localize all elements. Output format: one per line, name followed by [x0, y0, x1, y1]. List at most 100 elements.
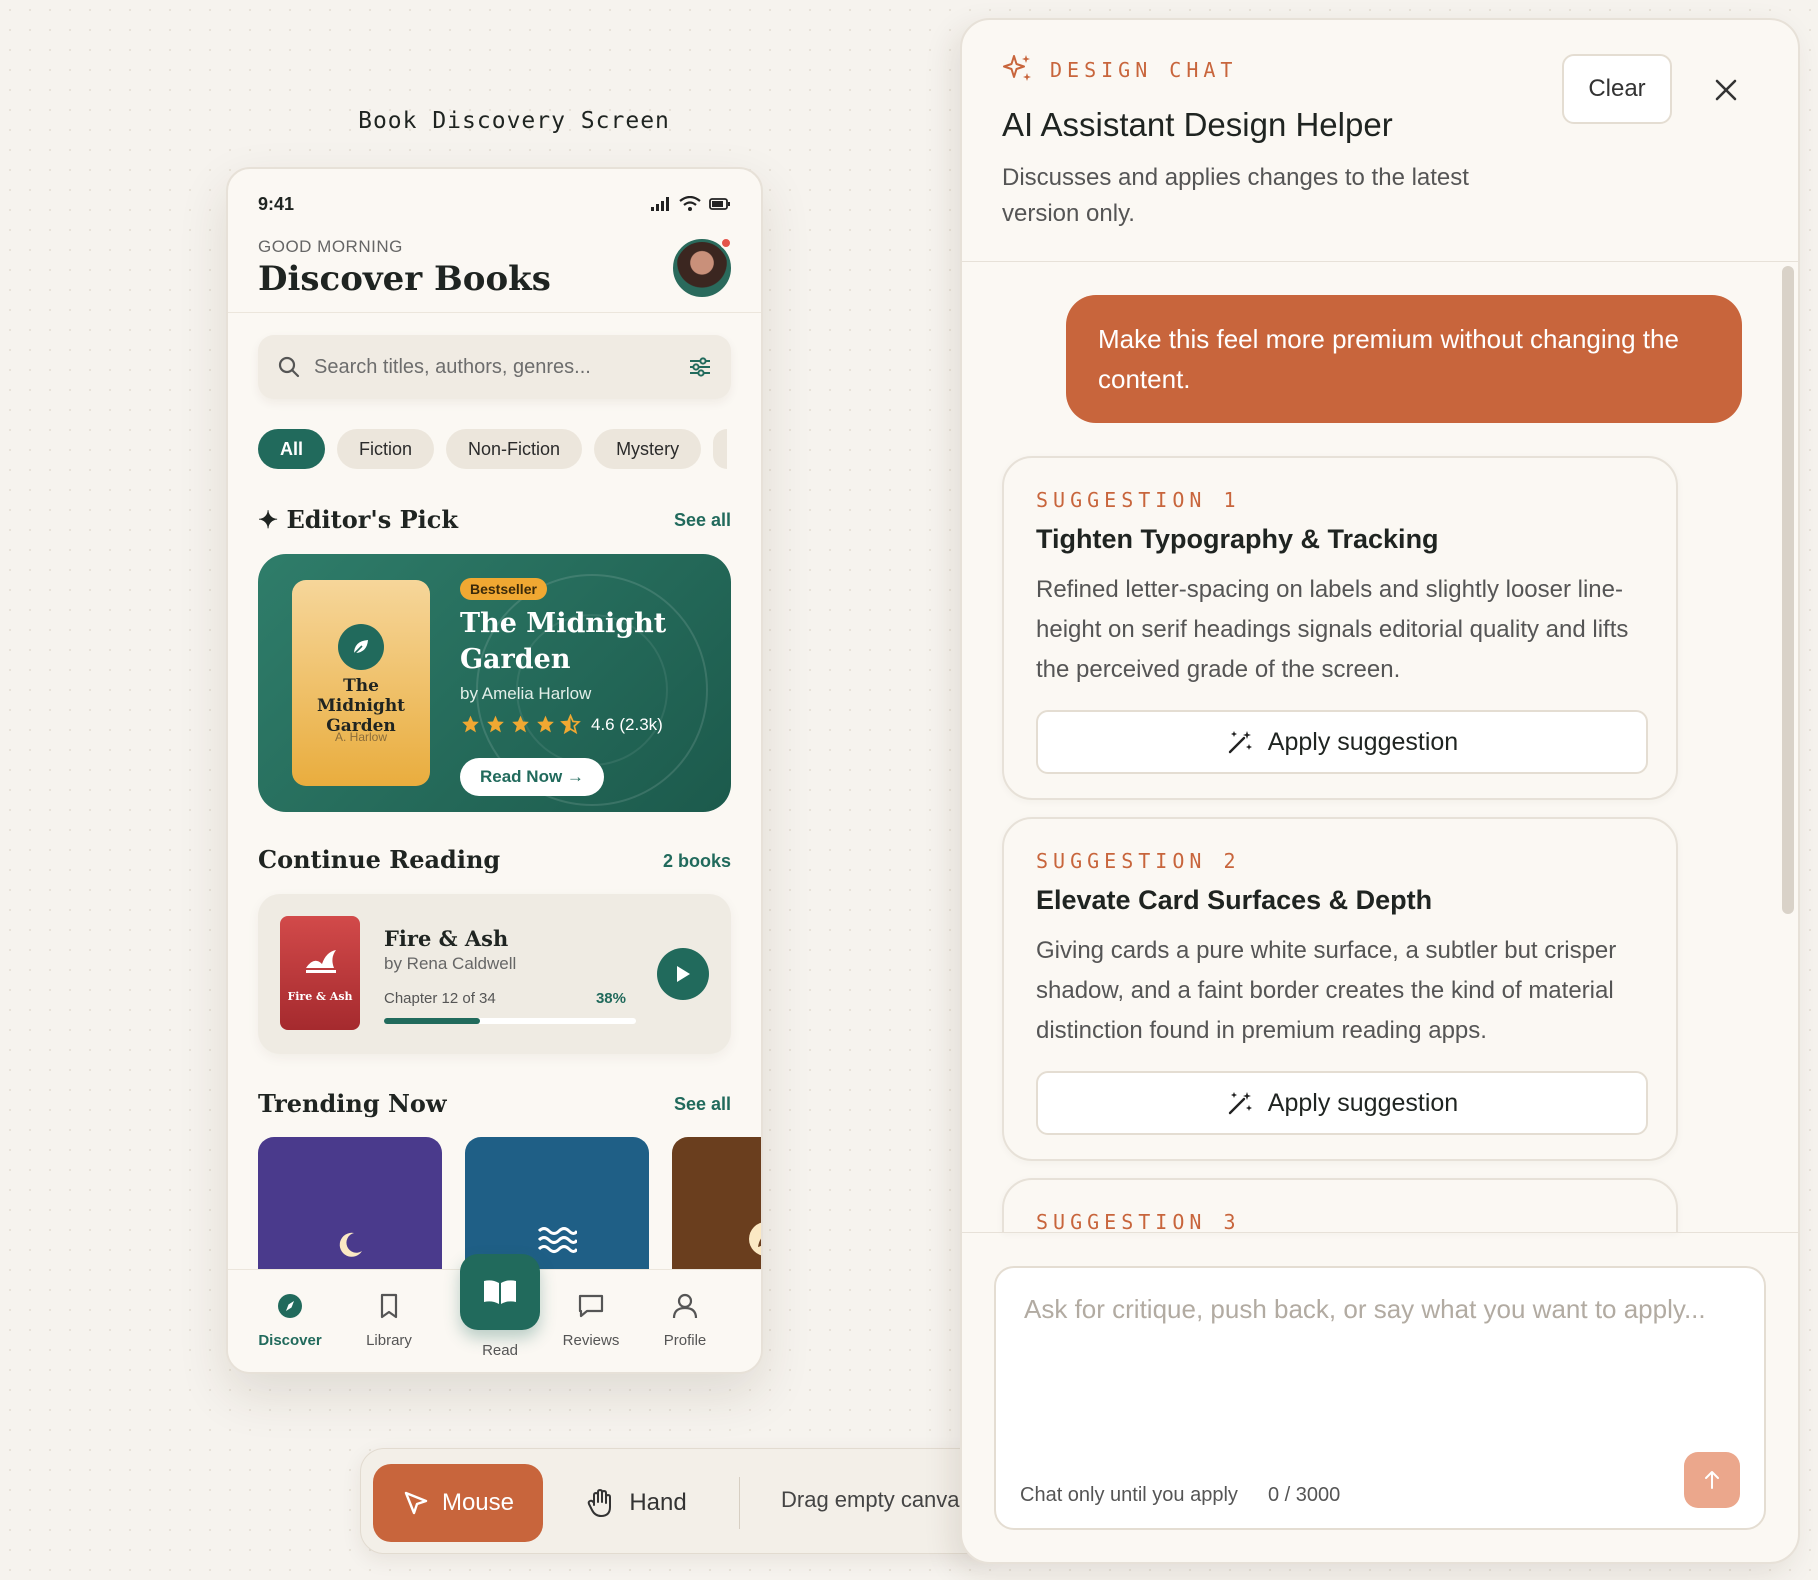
featured-book-card[interactable]: The Midnight Garden A. Harlow Bestseller…: [258, 554, 731, 812]
leaf-icon: [338, 624, 384, 670]
arrow-up-icon: [1705, 1471, 1719, 1489]
featured-book-title: The Midnight Garden: [460, 608, 667, 675]
search-bar: [258, 335, 731, 399]
star-icon: [537, 715, 554, 733]
composer-hint: Chat only until you apply: [1020, 1484, 1238, 1506]
continue-reading-heading: Continue Reading: [258, 845, 501, 874]
notification-dot: [720, 237, 732, 249]
sparkle-icon: [1003, 55, 1031, 81]
suggestion-label: SUGGESTION 2: [1036, 849, 1241, 873]
hand-tool-label: Hand: [629, 1489, 687, 1516]
chat-eyebrow-label: DESIGN CHAT: [1050, 58, 1238, 82]
chat-title: AI Assistant Design Helper: [1002, 106, 1393, 143]
search-input[interactable]: [314, 355, 675, 379]
canvas-frame-label: Book Discovery Screen: [358, 108, 670, 134]
nav-discover[interactable]: Discover: [245, 1292, 335, 1349]
moon-icon: [339, 1232, 362, 1257]
trending-see-all-link[interactable]: See all: [674, 1094, 731, 1115]
suggestion-title: Tighten Typography & Tracking: [1036, 524, 1439, 554]
composer-divider: [962, 1232, 1798, 1233]
chat-header-divider: [962, 261, 1798, 262]
editors-pick-heading: ✦ Editor's Pick: [258, 505, 459, 534]
clear-chat-button[interactable]: Clear: [1562, 54, 1672, 124]
chip-mystery[interactable]: Mystery: [594, 429, 702, 469]
apply-suggestion-label: Apply suggestion: [1267, 1088, 1459, 1117]
continue-book-author: by Rena Caldwell: [384, 954, 517, 973]
nav-library[interactable]: Library: [344, 1292, 434, 1349]
mouse-tool-button[interactable]: Mouse: [373, 1464, 543, 1542]
continue-reading-count-link[interactable]: 2 books: [663, 851, 731, 872]
bottom-nav-bar: Discover Library Read Reviews Profile: [228, 1254, 761, 1372]
chat-scrollbar[interactable]: [1782, 266, 1794, 914]
apply-suggestion-button[interactable]: Apply suggestion: [1036, 710, 1648, 774]
nav-read-label: Read: [482, 1342, 518, 1359]
flame-icon: [306, 950, 336, 973]
progress-percent: 38%: [595, 990, 626, 1007]
status-bar: 9:41: [258, 189, 731, 219]
suggestion-label: SUGGESTION 3: [1036, 1210, 1241, 1234]
chat-message-input[interactable]: [1024, 1294, 1744, 1434]
status-time: 9:41: [258, 193, 295, 214]
trending-heading: Trending Now: [258, 1089, 447, 1118]
rating-text: 4.6 (2.3k): [591, 715, 663, 734]
star-icon: [462, 715, 479, 733]
suggestion-card: SUGGESTION 1 Tighten Typography & Tracki…: [1002, 456, 1678, 800]
design-chat-panel: DESIGN CHAT AI Assistant Design Helper D…: [960, 18, 1800, 1564]
chip-all[interactable]: All: [258, 429, 326, 469]
apply-suggestion-button[interactable]: Apply suggestion: [1036, 1071, 1648, 1135]
resume-play-button[interactable]: [657, 948, 709, 1000]
read-now-button[interactable]: Read Now →: [460, 758, 604, 796]
battery-icon: [709, 198, 730, 210]
nav-profile[interactable]: Profile: [640, 1292, 730, 1349]
chapter-progress-text: Chapter 12 of 34: [384, 990, 496, 1007]
nav-discover-label: Discover: [258, 1332, 322, 1349]
cover-author: A. Harlow: [334, 730, 387, 744]
hand-icon: [587, 1489, 612, 1517]
chip-overflow[interactable]: [713, 429, 728, 469]
half-star-icon: [560, 714, 581, 734]
nav-reviews[interactable]: Reviews: [546, 1292, 636, 1349]
star-icon: [487, 715, 504, 733]
close-icon: [1715, 79, 1737, 101]
cursor-arrow-icon: [404, 1491, 428, 1515]
toolbar-hint-text: Drag empty canva: [781, 1487, 960, 1512]
bestseller-badge: Bestseller: [460, 578, 547, 600]
filter-icon[interactable]: [689, 357, 711, 377]
header-divider: [228, 312, 761, 313]
bookmark-icon: [380, 1293, 398, 1319]
wifi-icon: [679, 196, 701, 211]
cover-title: The Midnight Garden: [316, 676, 406, 736]
chat-subtitle: Discusses and applies changes to the lat…: [1002, 164, 1469, 227]
suggestion-title: Elevate Card Surfaces & Depth: [1036, 885, 1433, 915]
hand-tool-button[interactable]: Hand: [561, 1464, 711, 1542]
chip-non-fiction[interactable]: Non-Fiction: [446, 429, 583, 469]
star-rating: [460, 714, 581, 734]
featured-book-author: by Amelia Harlow: [460, 684, 592, 703]
user-message-bubble: Make this feel more premium without chan…: [1066, 295, 1742, 423]
suggestion-body: Refined letter-spacing on labels and sli…: [1036, 576, 1629, 683]
nav-reviews-label: Reviews: [562, 1332, 620, 1349]
featured-book-cover: The Midnight Garden A. Harlow: [292, 580, 430, 786]
star-icon: [512, 715, 529, 733]
nav-library-label: Library: [366, 1332, 412, 1349]
close-panel-button[interactable]: [1708, 72, 1744, 108]
phone-frame: 9:41 GOOD MORNING Discover Books All Fic…: [226, 167, 763, 1374]
continue-book-title: Fire & Ash: [384, 926, 509, 951]
continue-reading-card[interactable]: Fire & Ash Fire & Ash by Rena Caldwell C…: [258, 894, 731, 1054]
play-icon: [677, 966, 690, 982]
page-title: Discover Books: [258, 259, 551, 299]
mouse-tool-label: Mouse: [441, 1489, 515, 1516]
user-icon: [672, 1293, 698, 1319]
status-icons: [651, 196, 731, 212]
editors-pick-see-all-link[interactable]: See all: [674, 510, 731, 531]
waves-icon: [537, 1227, 577, 1253]
send-button[interactable]: [1684, 1452, 1740, 1508]
nav-read-button[interactable]: [460, 1254, 540, 1330]
toolbar-divider: [739, 1477, 740, 1529]
suggestion-body: Giving cards a pure white surface, a sub…: [1036, 937, 1617, 1044]
greeting-text: GOOD MORNING: [258, 237, 403, 256]
open-book-icon: [484, 1280, 516, 1304]
apply-suggestion-label: Apply suggestion: [1267, 727, 1459, 756]
character-count: 0 / 3000: [1268, 1484, 1341, 1506]
chip-fiction[interactable]: Fiction: [337, 429, 435, 469]
